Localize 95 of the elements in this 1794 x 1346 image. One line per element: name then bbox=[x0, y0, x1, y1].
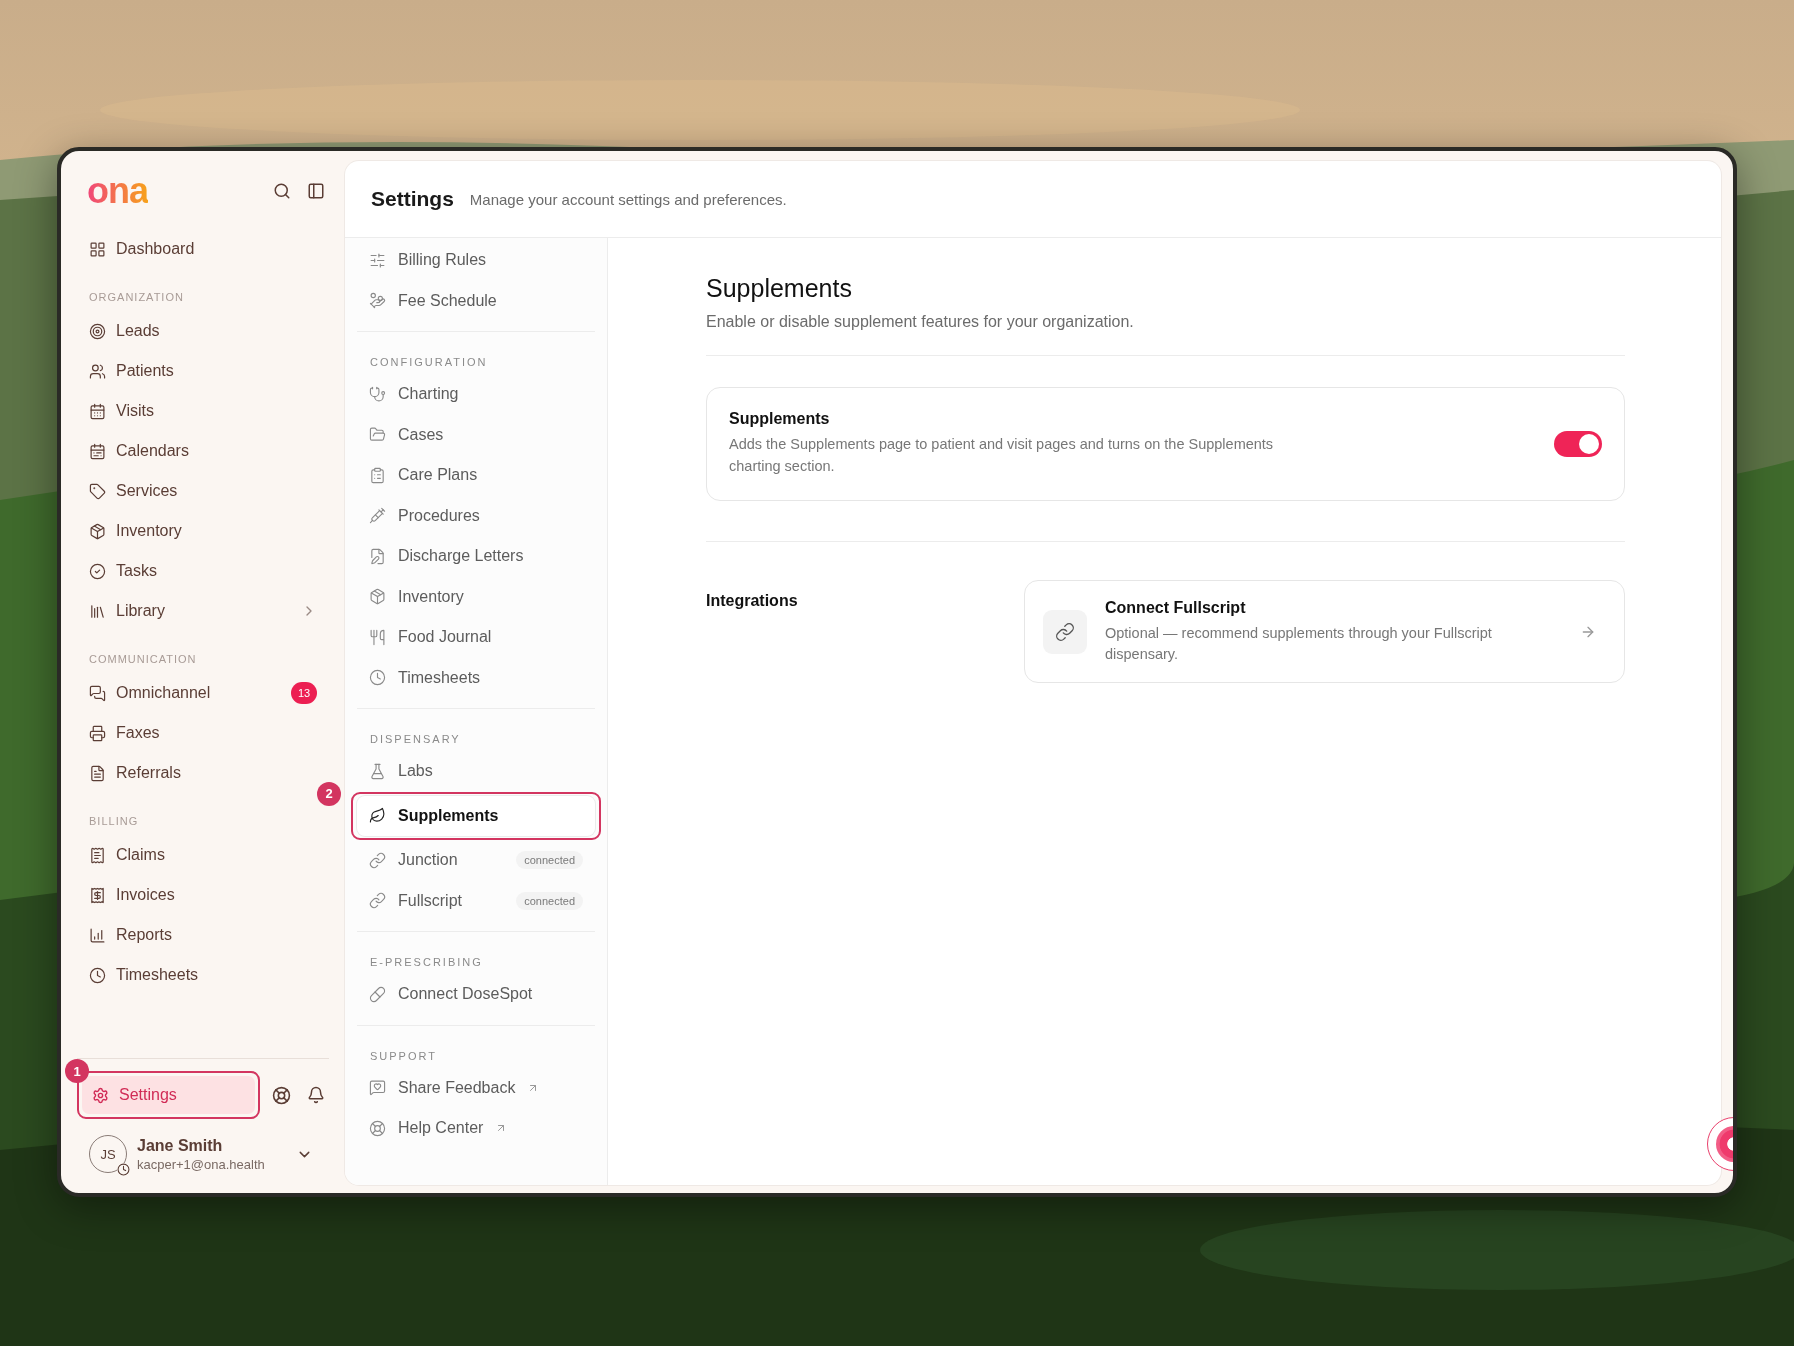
settings-nav-item[interactable]: Junction connected bbox=[357, 840, 595, 881]
user-name: Jane Smith bbox=[137, 1136, 224, 1155]
nav-icon bbox=[369, 807, 386, 825]
settings-nav-item[interactable]: Timesheets bbox=[357, 657, 595, 698]
nav-icon bbox=[89, 846, 106, 864]
sidebar-item[interactable]: Patients bbox=[77, 351, 329, 391]
link-icon bbox=[1043, 610, 1087, 655]
nav-icon bbox=[89, 966, 106, 984]
step-badge: 2 bbox=[317, 781, 341, 806]
count-badge: 13 bbox=[291, 682, 317, 704]
nav-icon bbox=[89, 522, 106, 540]
settings-nav-item[interactable]: Labs bbox=[357, 751, 595, 792]
settings-nav-item[interactable]: Care Plans bbox=[357, 455, 595, 496]
integration-title: Connect Fullscript bbox=[1105, 598, 1247, 617]
settings-nav-item[interactable]: Help Center bbox=[357, 1108, 595, 1149]
nav-icon bbox=[369, 851, 386, 869]
sidebar-item[interactable]: Services bbox=[77, 471, 329, 511]
settings-nav-item[interactable]: Fee Schedule bbox=[357, 280, 595, 321]
settings-nav-item[interactable]: Inventory bbox=[357, 576, 595, 617]
section-heading: BILLING bbox=[88, 814, 140, 829]
nav-icon bbox=[89, 684, 106, 702]
section-heading: CONFIGURATION bbox=[369, 355, 489, 370]
nav-icon bbox=[89, 724, 106, 742]
sidebar-item[interactable]: Tasks bbox=[77, 551, 329, 591]
nav-icon bbox=[89, 362, 106, 380]
nav-icon bbox=[369, 892, 386, 910]
sidebar-item[interactable]: Omnichannel 13 bbox=[77, 673, 329, 713]
nav-icon bbox=[369, 588, 386, 606]
nav-icon bbox=[369, 385, 386, 403]
nav-icon bbox=[369, 985, 386, 1003]
sidebar-item[interactable]: Visits bbox=[77, 391, 329, 431]
toggle-switch[interactable] bbox=[1554, 430, 1602, 457]
nav-icon bbox=[89, 764, 106, 782]
sidebar-item[interactable]: Timesheets bbox=[77, 955, 329, 995]
clock-icon bbox=[117, 1163, 130, 1176]
step-badge: 1 bbox=[65, 1059, 89, 1083]
user-avatar: JS bbox=[89, 1135, 127, 1173]
nav-icon bbox=[89, 482, 106, 500]
sidebar-item[interactable]: Reports bbox=[77, 915, 329, 955]
section-description: Enable or disable supplement features for your organization. bbox=[706, 313, 1135, 331]
nav-icon bbox=[89, 926, 106, 944]
settings-icon bbox=[92, 1086, 109, 1104]
section-heading: COMMUNICATION bbox=[88, 652, 198, 667]
nav-icon bbox=[369, 547, 386, 565]
sidebar-item[interactable]: Dashboard bbox=[77, 229, 329, 269]
user-email: kacper+1@ona.health bbox=[137, 1156, 266, 1172]
section-heading: E-PRESCRIBING bbox=[369, 955, 484, 970]
feature-description: Adds the Supplements page to patient and visit pages and turns on the Supplements charting section. bbox=[729, 435, 1275, 476]
settings-nav-item[interactable]: Cases bbox=[357, 414, 595, 455]
nav-icon bbox=[369, 762, 386, 780]
integrations-label: Integrations bbox=[706, 590, 799, 611]
sidebar-item[interactable]: Invoices bbox=[77, 875, 329, 915]
settings-nav-item[interactable]: Fullscript connected bbox=[357, 880, 595, 921]
section-heading: DISPENSARY bbox=[369, 732, 462, 747]
settings-nav-item[interactable]: Food Journal bbox=[357, 617, 595, 658]
nav-icon bbox=[369, 251, 386, 269]
page-subtitle: Manage your account settings and preferences. bbox=[469, 190, 787, 208]
sidebar-item[interactable]: Leads bbox=[77, 311, 329, 351]
settings-nav-item[interactable]: Discharge Letters bbox=[357, 536, 595, 577]
sidebar-item[interactable]: Calendars bbox=[77, 431, 329, 471]
sidebar-item[interactable]: Library bbox=[77, 591, 329, 631]
section-heading: SUPPORT bbox=[369, 1048, 438, 1064]
nav-icon bbox=[89, 602, 106, 620]
settings-nav-item[interactable]: Connect DoseSpot bbox=[357, 974, 595, 1015]
feature-title: Supplements bbox=[729, 410, 831, 428]
settings-nav-item[interactable]: Procedures bbox=[357, 495, 595, 536]
status-badge: connected bbox=[516, 851, 583, 870]
nav-icon bbox=[369, 669, 386, 687]
nav-icon bbox=[369, 426, 386, 444]
nav-icon bbox=[369, 292, 386, 310]
sidebar-item[interactable]: Faxes bbox=[77, 713, 329, 753]
nav-icon bbox=[369, 628, 386, 646]
nav-icon bbox=[369, 1079, 386, 1097]
status-badge: connected bbox=[516, 891, 583, 910]
nav-icon bbox=[89, 322, 106, 340]
nav-icon bbox=[89, 442, 106, 460]
nav-icon bbox=[89, 886, 106, 904]
integration-description: Optional — recommend supplements through your Fullscript dispensary. bbox=[1105, 623, 1493, 665]
settings-nav-item[interactable]: Supplements bbox=[357, 795, 595, 836]
nav-icon bbox=[89, 240, 106, 258]
nav-icon bbox=[369, 466, 386, 484]
settings-nav-item[interactable]: Share Feedback bbox=[357, 1067, 595, 1108]
nav-icon bbox=[369, 1119, 386, 1137]
page-title: Settings bbox=[371, 187, 454, 211]
integration-card[interactable]: Connect Fullscript Optional — recommend supplements through your Fullscript dispensary. bbox=[1024, 579, 1625, 683]
nav-icon bbox=[89, 562, 106, 580]
sidebar-item[interactable]: Inventory bbox=[77, 511, 329, 551]
settings-nav-item[interactable]: Billing Rules bbox=[357, 240, 595, 281]
nav-icon bbox=[89, 402, 106, 420]
sidebar-item[interactable]: Claims bbox=[77, 835, 329, 875]
settings-nav-item[interactable]: Charting bbox=[357, 374, 595, 415]
section-title: Supplements bbox=[706, 274, 853, 303]
nav-icon bbox=[369, 507, 386, 525]
settings-button[interactable]: Settings bbox=[82, 1076, 255, 1114]
section-heading: ORGANIZATION bbox=[88, 290, 185, 305]
